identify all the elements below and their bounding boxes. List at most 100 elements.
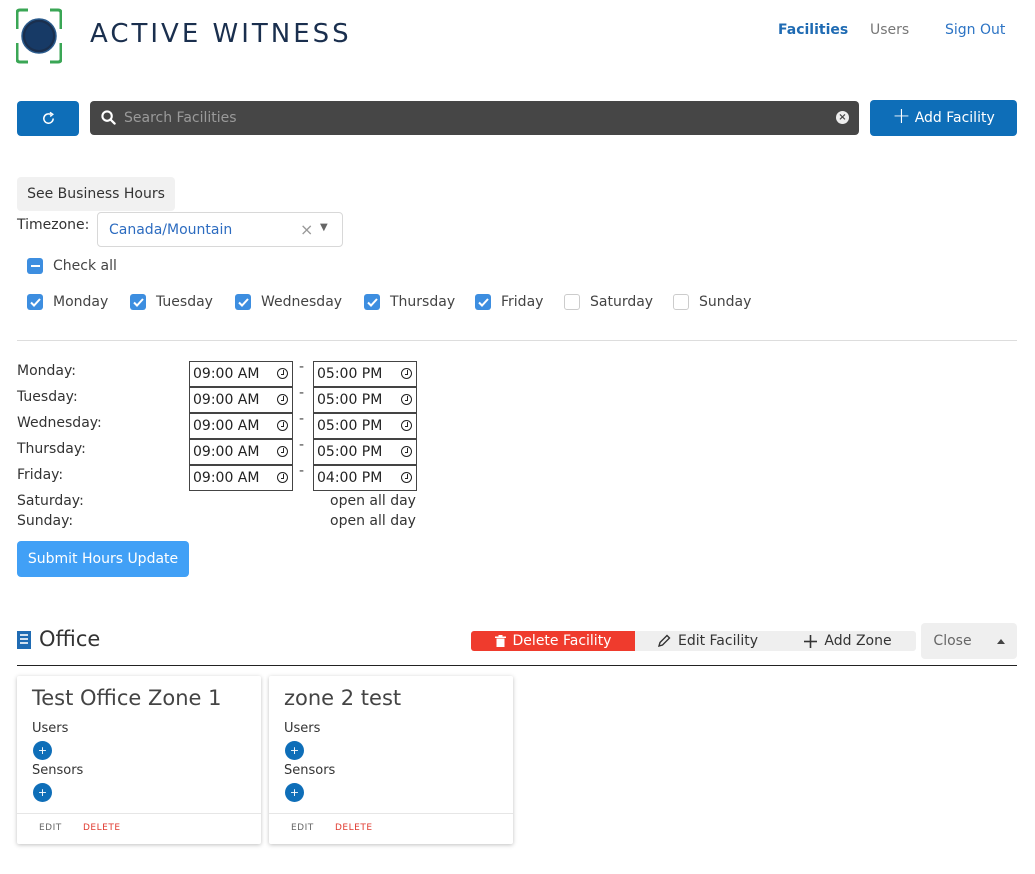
checked-box-icon <box>235 294 251 310</box>
time-range-separator: - <box>299 463 305 479</box>
add-sensor-button[interactable]: + <box>33 783 52 802</box>
delete-zone-link[interactable]: DELETE <box>335 823 373 833</box>
checked-box-icon <box>27 294 43 310</box>
add-user-button[interactable]: + <box>285 741 304 760</box>
clock-icon[interactable] <box>277 368 288 379</box>
start-time-input[interactable]: 09:00 AM <box>189 413 293 439</box>
time-range-separator: - <box>299 437 305 453</box>
zone-sensors-label: Sensors <box>32 763 84 778</box>
start-time-value: 09:00 AM <box>193 418 260 434</box>
nav-facilities-link[interactable]: Facilities <box>778 22 848 38</box>
indeterminate-checkbox-icon <box>27 258 43 274</box>
checked-box-icon <box>475 294 491 310</box>
add-user-button[interactable]: + <box>33 741 52 760</box>
end-time-input[interactable]: 05:00 PM <box>313 413 417 439</box>
search-bar: × <box>90 101 859 135</box>
zone-title: zone 2 test <box>284 686 402 710</box>
checkbox-tuesday[interactable]: Tuesday <box>130 294 213 310</box>
nav-sign-out-link[interactable]: Sign Out <box>945 22 1005 38</box>
open-all-day-text: open all day <box>330 513 416 529</box>
schedule-day-label: Thursday: <box>17 441 86 457</box>
edit-facility-button[interactable]: Edit Facility <box>635 631 780 651</box>
time-range-separator: - <box>299 385 305 401</box>
clock-icon[interactable] <box>401 472 412 483</box>
timezone-value: Canada/Mountain <box>109 222 233 238</box>
start-time-input[interactable]: 09:00 AM <box>189 465 293 491</box>
schedule-day-label: Wednesday: <box>17 415 102 431</box>
clock-icon[interactable] <box>401 368 412 379</box>
checkbox-friday[interactable]: Friday <box>475 294 543 310</box>
search-icon <box>101 110 116 125</box>
schedule-day-label: Friday: <box>17 467 64 483</box>
start-time-input[interactable]: 09:00 AM <box>189 387 293 413</box>
end-time-value: 05:00 PM <box>317 392 383 408</box>
clear-search-icon[interactable]: × <box>836 111 849 124</box>
end-time-input[interactable]: 05:00 PM <box>313 387 417 413</box>
clear-timezone-icon[interactable]: × <box>300 220 313 239</box>
clock-icon[interactable] <box>277 472 288 483</box>
unchecked-box-icon <box>673 294 689 310</box>
day-checkbox-label: Wednesday <box>261 294 343 310</box>
nav-users-link[interactable]: Users <box>870 22 909 38</box>
submit-hours-update-button[interactable]: Submit Hours Update <box>17 541 189 577</box>
add-zone-label: Add Zone <box>824 633 892 649</box>
checkbox-wednesday[interactable]: Wednesday <box>235 294 342 310</box>
brand-name: ACTIVE WITNESS <box>90 19 352 49</box>
open-all-day-text: open all day <box>330 493 416 509</box>
edit-zone-link[interactable]: EDIT <box>291 823 314 833</box>
start-time-value: 09:00 AM <box>193 366 260 382</box>
delete-zone-link[interactable]: DELETE <box>83 823 121 833</box>
day-checkbox-label: Thursday <box>390 294 456 310</box>
clock-icon[interactable] <box>277 420 288 431</box>
end-time-input[interactable]: 05:00 PM <box>313 439 417 465</box>
add-zone-button[interactable]: Add Zone <box>780 631 916 651</box>
zone-card: Test Office Zone 1 Users + Sensors + EDIT DELE… <box>17 676 261 844</box>
caret-up-icon <box>996 638 1005 644</box>
end-time-value: 04:00 PM <box>317 470 383 486</box>
end-time-input[interactable]: 04:00 PM <box>313 465 417 491</box>
edit-zone-link[interactable]: EDIT <box>39 823 62 833</box>
checkbox-sunday[interactable]: Sunday <box>673 294 751 310</box>
clock-icon[interactable] <box>277 446 288 457</box>
clock-icon[interactable] <box>401 394 412 405</box>
zone-title: Test Office Zone 1 <box>32 686 222 710</box>
zone-sensors-label: Sensors <box>284 763 336 778</box>
clock-icon[interactable] <box>401 446 412 457</box>
refresh-button[interactable] <box>17 101 79 136</box>
day-checkbox-label: Friday <box>501 294 544 310</box>
checkbox-thursday[interactable]: Thursday <box>364 294 455 310</box>
start-time-input[interactable]: 09:00 AM <box>189 439 293 465</box>
facility-header-divider <box>17 665 1017 666</box>
day-checkbox-label: Monday <box>53 294 109 310</box>
add-facility-label: Add Facility <box>914 110 995 126</box>
unchecked-box-icon <box>564 294 580 310</box>
add-sensor-button[interactable]: + <box>285 783 304 802</box>
clock-icon[interactable] <box>277 394 288 405</box>
delete-facility-button[interactable]: Delete Facility <box>471 631 635 651</box>
checkbox-saturday[interactable]: Saturday <box>564 294 653 310</box>
end-time-value: 05:00 PM <box>317 366 383 382</box>
facility-name: Office <box>39 627 101 651</box>
plus-icon <box>804 634 818 648</box>
timezone-select[interactable]: Canada/Mountain × ▼ <box>97 212 343 247</box>
close-button[interactable]: Close <box>921 623 984 659</box>
clock-icon[interactable] <box>401 420 412 431</box>
chevron-down-icon[interactable]: ▼ <box>320 222 328 233</box>
collapse-button[interactable] <box>984 623 1017 659</box>
active-witness-logo <box>16 8 62 64</box>
schedule-day-label: Saturday: <box>17 493 84 509</box>
end-time-value: 05:00 PM <box>317 444 383 460</box>
refresh-icon <box>42 111 54 124</box>
search-facilities-input[interactable] <box>124 101 824 135</box>
see-business-hours-button[interactable]: See Business Hours <box>17 177 175 211</box>
plus-icon: + <box>892 104 911 129</box>
start-time-input[interactable]: 09:00 AM <box>189 361 293 387</box>
day-checkbox-label: Sunday <box>699 294 752 310</box>
edit-facility-label: Edit Facility <box>677 633 759 649</box>
card-footer-divider <box>269 813 513 814</box>
zone-card: zone 2 test Users + Sensors + EDIT DELETE <box>269 676 513 844</box>
check-all-checkbox[interactable]: Check all <box>27 258 117 274</box>
add-facility-button[interactable]: + Add Facility <box>870 100 1017 136</box>
checkbox-monday[interactable]: Monday <box>27 294 108 310</box>
end-time-input[interactable]: 05:00 PM <box>313 361 417 387</box>
